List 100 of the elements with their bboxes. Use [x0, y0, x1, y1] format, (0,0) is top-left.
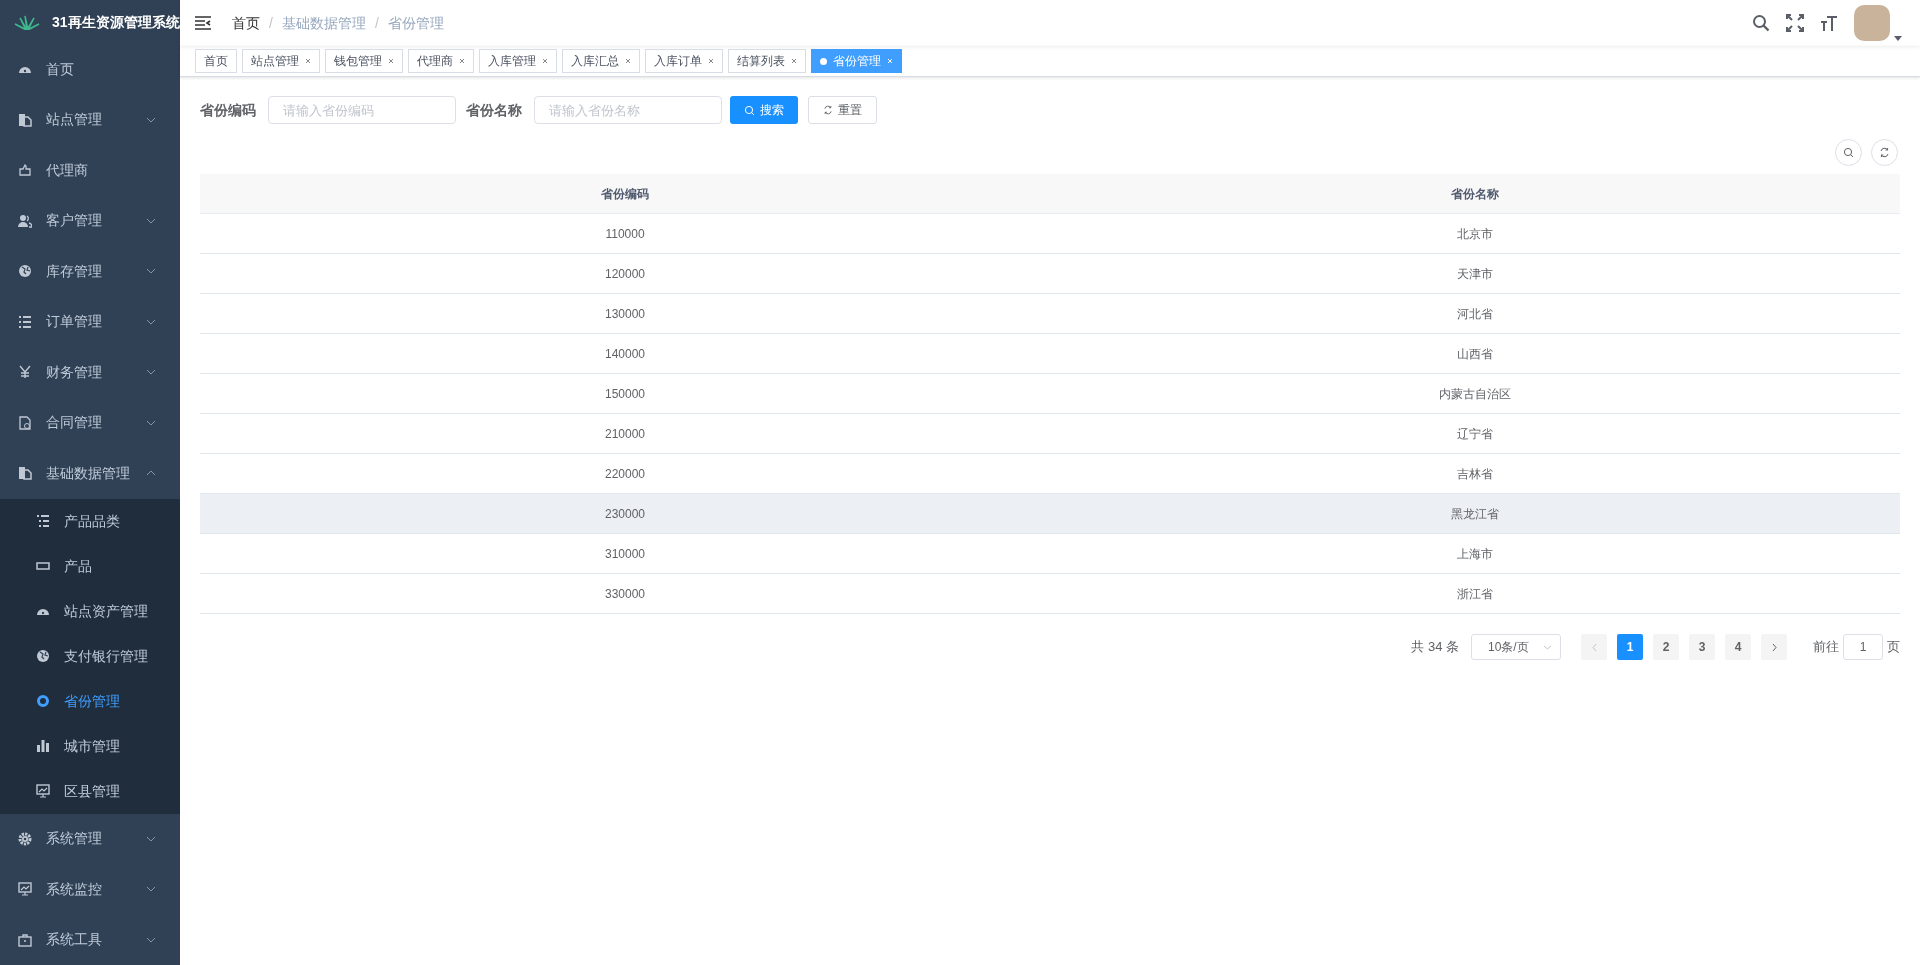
- monitor-icon: [36, 784, 50, 798]
- table-cell-text: 210000: [603, 425, 646, 443]
- tab[interactable]: 钱包管理: [325, 49, 403, 73]
- monitor-icon: [18, 882, 32, 897]
- table-cell-text: 浙江省: [1456, 585, 1494, 603]
- total-count: 共 34 条: [1411, 638, 1459, 657]
- column-header: 省份编码: [600, 185, 650, 203]
- sidebar-item[interactable]: 合同管理: [0, 397, 180, 448]
- table-cell-text: 120000: [603, 265, 646, 283]
- table-cell-text: 140000: [603, 345, 646, 363]
- chevron-right-icon: [1771, 642, 1777, 652]
- tab[interactable]: 站点管理: [242, 49, 320, 73]
- table-cell-text: 310000: [603, 545, 646, 563]
- sidebar-item[interactable]: 系统监控: [0, 864, 180, 915]
- documents-icon: [18, 112, 32, 127]
- table-cell-text: 上海市: [1456, 545, 1494, 563]
- tab[interactable]: 入库管理: [479, 49, 557, 73]
- table-cell-text: 330000: [603, 585, 646, 603]
- sidebar-subitem[interactable]: 站点资产管理: [0, 588, 180, 634]
- table-cell-text: 辽宁省: [1456, 425, 1494, 443]
- sidebar-item[interactable]: 基础数据管理: [0, 448, 180, 499]
- column-header: 省份名称: [1450, 185, 1500, 203]
- chevron-down-icon: [1543, 644, 1552, 650]
- sidebar-item[interactable]: 首页: [0, 44, 180, 95]
- close-icon[interactable]: [708, 58, 714, 64]
- page-size-select[interactable]: 10条/页: [1471, 634, 1561, 660]
- sidebar-item[interactable]: 代理商: [0, 145, 180, 196]
- table-cell-text: 山西省: [1456, 345, 1494, 363]
- app-title: 31再生资源管理系统: [52, 12, 180, 32]
- sidebar-subitem[interactable]: 区县管理: [0, 768, 180, 814]
- search-icon[interactable]: [1752, 14, 1770, 32]
- hand-icon: [18, 163, 32, 178]
- table-cell-text: 110000: [604, 225, 646, 243]
- page-input-field[interactable]: 1: [1843, 634, 1883, 660]
- table-cell-text: 220000: [603, 465, 646, 483]
- table-cell-text: 150000: [603, 385, 646, 403]
- toolbox-icon: [18, 932, 32, 947]
- people-icon: [18, 213, 32, 228]
- sidebar-subitem[interactable]: 产品品类: [0, 498, 180, 544]
- table-cell-text: 230000: [603, 505, 646, 523]
- font-size-icon[interactable]: [1820, 14, 1838, 32]
- breadcrumb-link[interactable]: 首页: [232, 12, 260, 34]
- input-field[interactable]: 请输入省份编码: [268, 96, 456, 124]
- close-icon[interactable]: [459, 58, 465, 64]
- refresh-icon: [823, 105, 833, 115]
- ring-icon: [36, 694, 50, 708]
- list-icon: [18, 314, 32, 329]
- sidebar-item[interactable]: 系统管理: [0, 813, 180, 864]
- tab[interactable]: 代理商: [408, 49, 474, 73]
- table-cell-text: 130000: [603, 305, 646, 323]
- settings-icon: [18, 831, 32, 846]
- tab[interactable]: 入库订单: [645, 49, 723, 73]
- close-icon[interactable]: [625, 58, 631, 64]
- close-icon[interactable]: [542, 58, 548, 64]
- refresh-icon: [1879, 147, 1890, 158]
- globe-icon: [36, 649, 50, 663]
- sidebar-item[interactable]: 财务管理: [0, 347, 180, 398]
- sidebar-subitem[interactable]: 城市管理: [0, 723, 180, 769]
- plant-logo-icon: [14, 14, 40, 30]
- table-cell-text: 黑龙江省: [1450, 505, 1500, 523]
- sidebar-subitem[interactable]: 产品: [0, 543, 180, 589]
- table-row[interactable]: 230000 黑龙江省: [200, 494, 1900, 534]
- page-button[interactable]: 4: [1725, 634, 1751, 660]
- sidebar-subitem[interactable]: 支付银行管理: [0, 633, 180, 679]
- page-button[interactable]: 3: [1689, 634, 1715, 660]
- sidebar-item[interactable]: 客户管理: [0, 195, 180, 246]
- sidebar-item[interactable]: 系统工具: [0, 914, 180, 965]
- tab[interactable]: 结算列表: [728, 49, 806, 73]
- field-label: 省份名称: [466, 100, 522, 120]
- sidebar-item[interactable]: 站点管理: [0, 94, 180, 145]
- documents-icon: [18, 466, 32, 481]
- globe-icon: [18, 264, 32, 279]
- search-icon: [744, 104, 755, 116]
- sidebar-item[interactable]: 订单管理: [0, 296, 180, 347]
- table-cell-text: 北京市: [1456, 225, 1494, 243]
- yen-icon: [18, 365, 32, 380]
- close-icon[interactable]: [305, 58, 311, 64]
- input-field[interactable]: 请输入省份名称: [534, 96, 722, 124]
- breadcrumb-separator: /: [269, 13, 273, 33]
- table-cell-text: 天津市: [1456, 265, 1494, 283]
- rectangle-icon: [36, 559, 50, 573]
- menu-fold-icon[interactable]: [195, 16, 211, 30]
- tab[interactable]: 首页: [195, 49, 237, 73]
- tree-list-icon: [36, 514, 50, 528]
- bar-chart-icon: [36, 739, 50, 753]
- close-icon[interactable]: [388, 58, 394, 64]
- page-button[interactable]: 2: [1653, 634, 1679, 660]
- fullscreen-icon[interactable]: [1786, 14, 1804, 32]
- goto-label: 前往: [1813, 638, 1839, 657]
- table-cell-text: 河北省: [1456, 305, 1494, 323]
- search-icon: [1843, 147, 1854, 158]
- goto-suffix: 页: [1887, 638, 1900, 657]
- table-cell-text: 内蒙古自治区: [1438, 385, 1512, 403]
- reset-button[interactable]: 重置: [808, 96, 877, 124]
- sidebar-item[interactable]: 库存管理: [0, 246, 180, 297]
- tab[interactable]: 入库汇总: [562, 49, 640, 73]
- chevron-left-icon: [1591, 642, 1597, 652]
- close-icon[interactable]: [791, 58, 797, 64]
- caret-down-icon[interactable]: [1894, 36, 1902, 41]
- sidebar-subitem[interactable]: 省份管理: [0, 678, 180, 724]
